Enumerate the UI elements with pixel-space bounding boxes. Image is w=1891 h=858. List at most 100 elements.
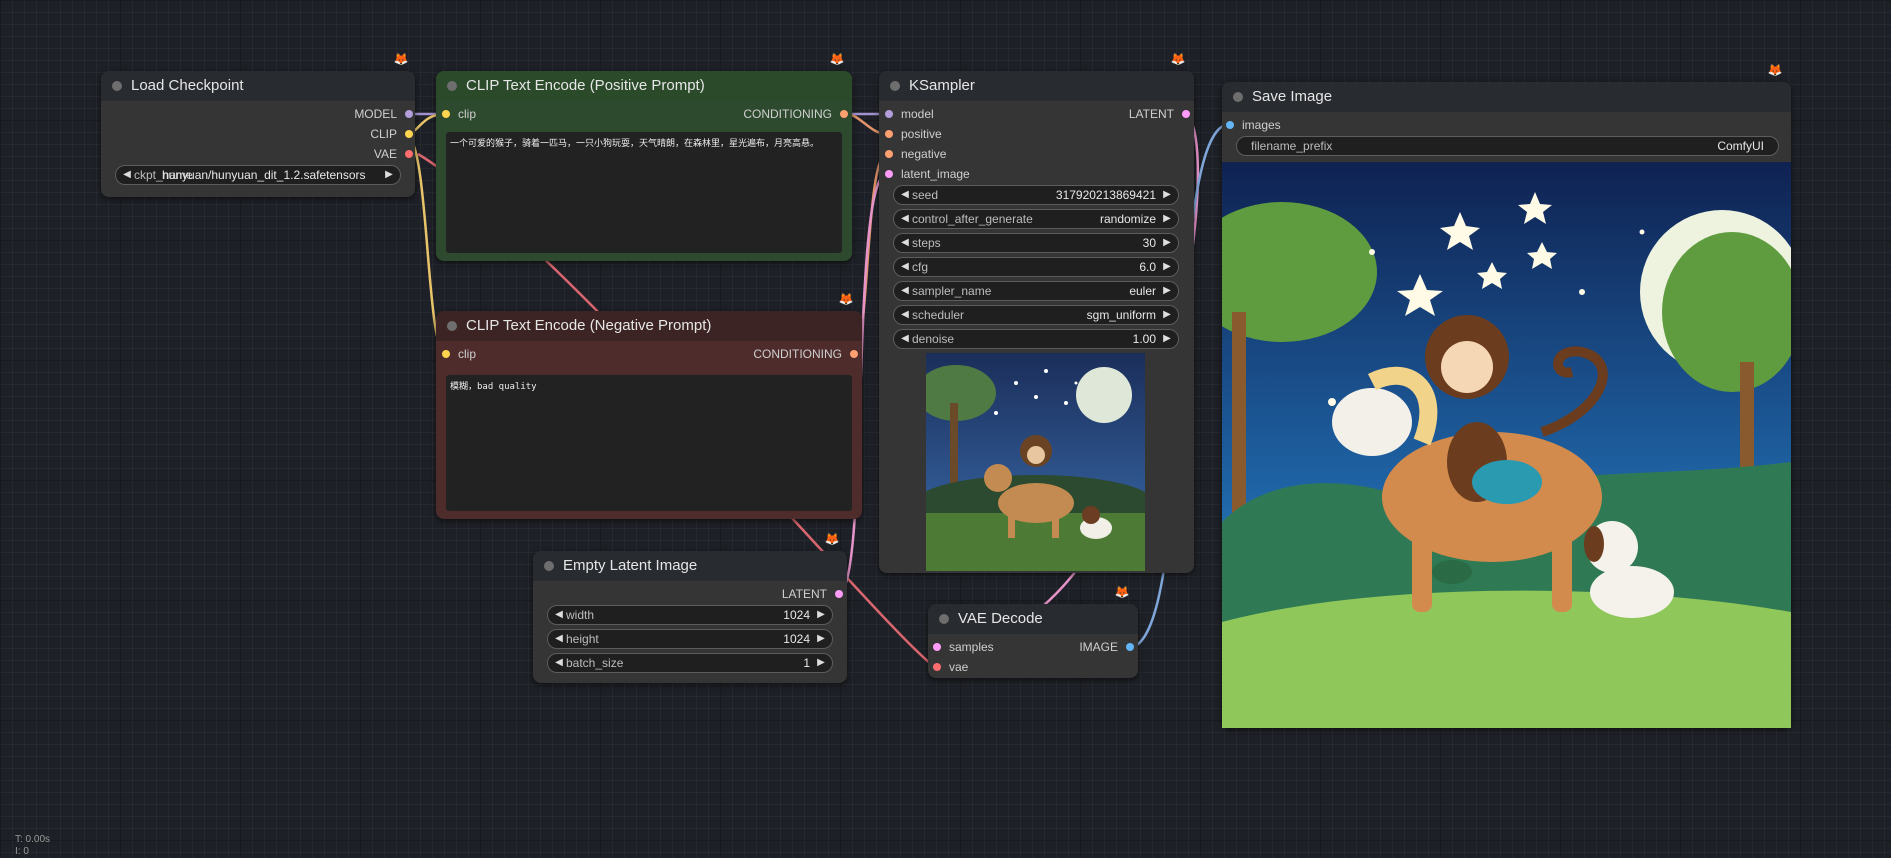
decrement-arrow-icon[interactable]: ◀ (553, 654, 565, 672)
load-checkpoint-node[interactable]: Load Checkpoint MODEL CLIP VAE ◀ ckpt_na… (101, 71, 415, 197)
slot-dot[interactable] (885, 170, 893, 178)
node-title[interactable]: Save Image (1222, 82, 1791, 112)
increment-arrow-icon[interactable]: ▶ (1161, 282, 1173, 300)
collapse-dot[interactable] (447, 321, 457, 331)
prompt-textarea[interactable]: 模糊，bad quality (446, 375, 852, 511)
output-image[interactable]: IMAGE (1079, 639, 1134, 655)
increment-arrow-icon[interactable]: ▶ (1161, 258, 1173, 276)
output-conditioning[interactable]: CONDITIONING (743, 106, 848, 122)
control-after-generate-widget[interactable]: ◀ control_after_generate randomize ▶ (893, 209, 1179, 229)
batch-size-widget[interactable]: ◀ batch_size 1 ▶ (547, 653, 833, 673)
fox-badge-icon: 🦊 (838, 292, 854, 306)
increment-arrow-icon[interactable]: ▶ (1161, 330, 1173, 348)
width-widget[interactable]: ◀ width 1024 ▶ (547, 605, 833, 625)
increment-arrow-icon[interactable]: ▶ (815, 654, 827, 672)
collapse-dot[interactable] (1233, 92, 1243, 102)
collapse-dot[interactable] (890, 81, 900, 91)
ksampler-node[interactable]: KSampler model positive negative latent_… (879, 71, 1194, 573)
output-model[interactable]: MODEL (354, 106, 413, 122)
denoise-widget[interactable]: ◀ denoise 1.00 ▶ (893, 329, 1179, 349)
input-model[interactable]: model (885, 106, 934, 122)
widget-value: hunyuan/hunyuan_dit_1.2.safetensors (162, 168, 366, 182)
slot-dot[interactable] (933, 643, 941, 651)
input-vae[interactable]: vae (933, 659, 968, 675)
output-latent[interactable]: LATENT (782, 586, 843, 602)
increment-arrow-icon[interactable]: ▶ (1161, 210, 1173, 228)
cfg-widget[interactable]: ◀ cfg 6.0 ▶ (893, 257, 1179, 277)
slot-label: model (901, 107, 934, 121)
slot-dot[interactable] (933, 663, 941, 671)
node-title[interactable]: CLIP Text Encode (Negative Prompt) (436, 311, 862, 341)
decrement-arrow-icon[interactable]: ◀ (899, 186, 911, 204)
slot-dot[interactable] (1226, 121, 1234, 129)
decrement-arrow-icon[interactable]: ◀ (121, 166, 133, 184)
input-clip[interactable]: clip (442, 106, 476, 122)
filename-prefix-input[interactable]: filename_prefix ComfyUI (1236, 136, 1779, 156)
input-images[interactable]: images (1226, 117, 1281, 133)
widget-value: 30 (1142, 236, 1156, 250)
increment-arrow-icon[interactable]: ▶ (815, 630, 827, 648)
collapse-dot[interactable] (447, 81, 457, 91)
output-vae[interactable]: VAE (374, 146, 413, 162)
ckpt-name-combo[interactable]: ◀ ckpt_name hunyuan/hunyuan_dit_1.2.safe… (115, 165, 401, 185)
input-clip[interactable]: clip (442, 346, 476, 362)
collapse-dot[interactable] (112, 81, 122, 91)
decrement-arrow-icon[interactable]: ◀ (899, 210, 911, 228)
clip-positive-node[interactable]: CLIP Text Encode (Positive Prompt) clip … (436, 71, 852, 261)
node-title[interactable]: VAE Decode (928, 604, 1138, 634)
input-negative[interactable]: negative (885, 146, 946, 162)
output-clip[interactable]: CLIP (370, 126, 413, 142)
input-latent-image[interactable]: latent_image (885, 166, 970, 182)
slot-dot[interactable] (1126, 643, 1134, 651)
save-image-node[interactable]: Save Image images filename_prefix ComfyU… (1222, 82, 1791, 728)
slot-dot[interactable] (885, 130, 893, 138)
node-title[interactable]: CLIP Text Encode (Positive Prompt) (436, 71, 852, 101)
prompt-textarea[interactable]: 一个可爱的猴子，骑着一匹马，一只小狗玩耍，天气晴朗，在森林里，星光遍布，月亮高悬… (446, 132, 842, 253)
output-conditioning[interactable]: CONDITIONING (753, 346, 858, 362)
empty-latent-node[interactable]: Empty Latent Image LATENT ◀ width 1024 ▶ ◀ h… (533, 551, 847, 683)
decrement-arrow-icon[interactable]: ◀ (553, 630, 565, 648)
increment-arrow-icon[interactable]: ▶ (1161, 234, 1173, 252)
steps-widget[interactable]: ◀ steps 30 ▶ (893, 233, 1179, 253)
increment-arrow-icon[interactable]: ▶ (383, 166, 395, 184)
height-widget[interactable]: ◀ height 1024 ▶ (547, 629, 833, 649)
fox-badge-icon: 🦊 (1114, 585, 1130, 599)
decrement-arrow-icon[interactable]: ◀ (899, 258, 911, 276)
slot-dot[interactable] (840, 110, 848, 118)
slot-label: clip (458, 107, 477, 121)
seed-widget[interactable]: ◀ seed 317920213869421 ▶ (893, 185, 1179, 205)
slot-dot[interactable] (1182, 110, 1190, 118)
slot-dot[interactable] (405, 110, 413, 118)
slot-dot[interactable] (850, 350, 858, 358)
input-samples[interactable]: samples (933, 639, 994, 655)
decrement-arrow-icon[interactable]: ◀ (899, 282, 911, 300)
slot-label: clip (458, 347, 477, 361)
decrement-arrow-icon[interactable]: ◀ (899, 234, 911, 252)
slot-dot[interactable] (885, 150, 893, 158)
collapse-dot[interactable] (939, 614, 949, 624)
widget-name: batch_size (566, 656, 624, 670)
widget-value: sgm_uniform (1086, 308, 1156, 322)
slot-dot[interactable] (885, 110, 893, 118)
node-title[interactable]: Empty Latent Image (533, 551, 847, 581)
increment-arrow-icon[interactable]: ▶ (1161, 186, 1173, 204)
sampler-name-widget[interactable]: ◀ sampler_name euler ▶ (893, 281, 1179, 301)
input-positive[interactable]: positive (885, 126, 942, 142)
decrement-arrow-icon[interactable]: ◀ (553, 606, 565, 624)
vae-decode-node[interactable]: VAE Decode samples vae IMAGE (928, 604, 1138, 678)
collapse-dot[interactable] (544, 561, 554, 571)
clip-negative-node[interactable]: CLIP Text Encode (Negative Prompt) clip … (436, 311, 862, 519)
slot-dot[interactable] (405, 130, 413, 138)
slot-dot[interactable] (835, 590, 843, 598)
increment-arrow-icon[interactable]: ▶ (815, 606, 827, 624)
slot-dot[interactable] (405, 150, 413, 158)
node-title[interactable]: KSampler (879, 71, 1194, 101)
output-latent[interactable]: LATENT (1129, 106, 1190, 122)
node-title[interactable]: Load Checkpoint (101, 71, 415, 101)
increment-arrow-icon[interactable]: ▶ (1161, 306, 1173, 324)
decrement-arrow-icon[interactable]: ◀ (899, 330, 911, 348)
slot-dot[interactable] (442, 350, 450, 358)
scheduler-widget[interactable]: ◀ scheduler sgm_uniform ▶ (893, 305, 1179, 325)
slot-dot[interactable] (442, 110, 450, 118)
decrement-arrow-icon[interactable]: ◀ (899, 306, 911, 324)
